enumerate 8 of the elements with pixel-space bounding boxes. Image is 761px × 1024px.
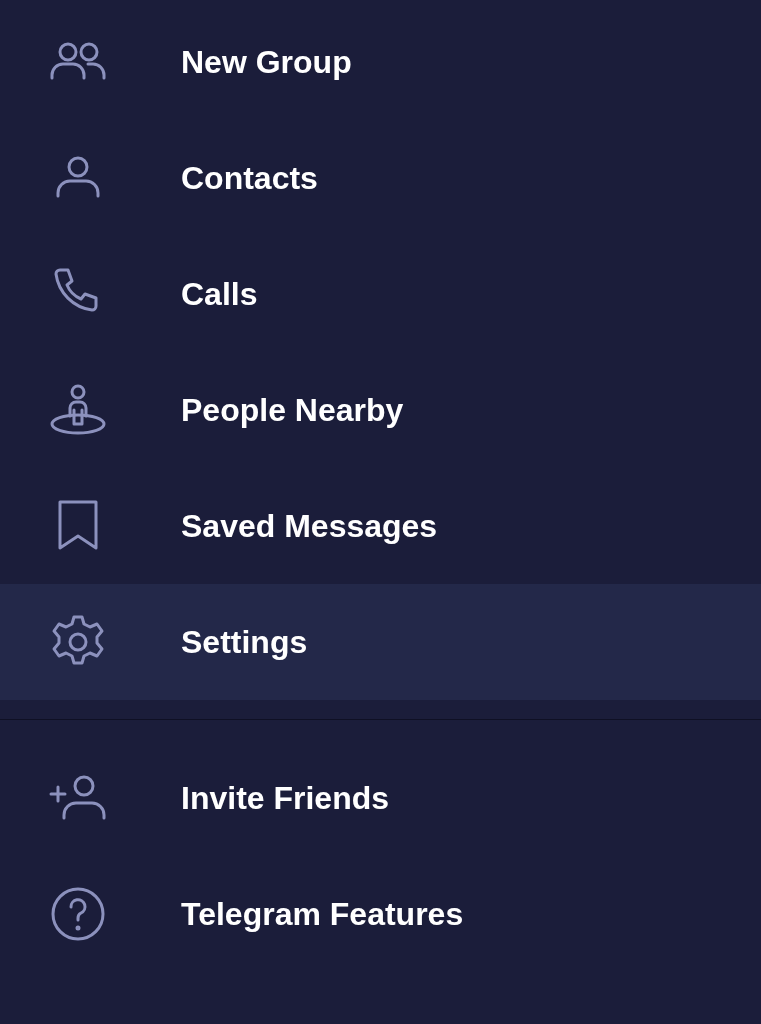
menu-item[interactable]: Telegram Features <box>0 856 761 972</box>
menu-item[interactable]: Settings <box>0 584 761 700</box>
menu-item[interactable]: Calls <box>0 236 761 352</box>
menu-item[interactable]: Invite Friends <box>0 740 761 856</box>
menu-item[interactable]: New Group <box>0 4 761 120</box>
menu-item[interactable]: Contacts <box>0 120 761 236</box>
menu-item[interactable]: People Nearby <box>0 352 761 468</box>
menu-item[interactable]: Saved Messages <box>0 468 761 584</box>
